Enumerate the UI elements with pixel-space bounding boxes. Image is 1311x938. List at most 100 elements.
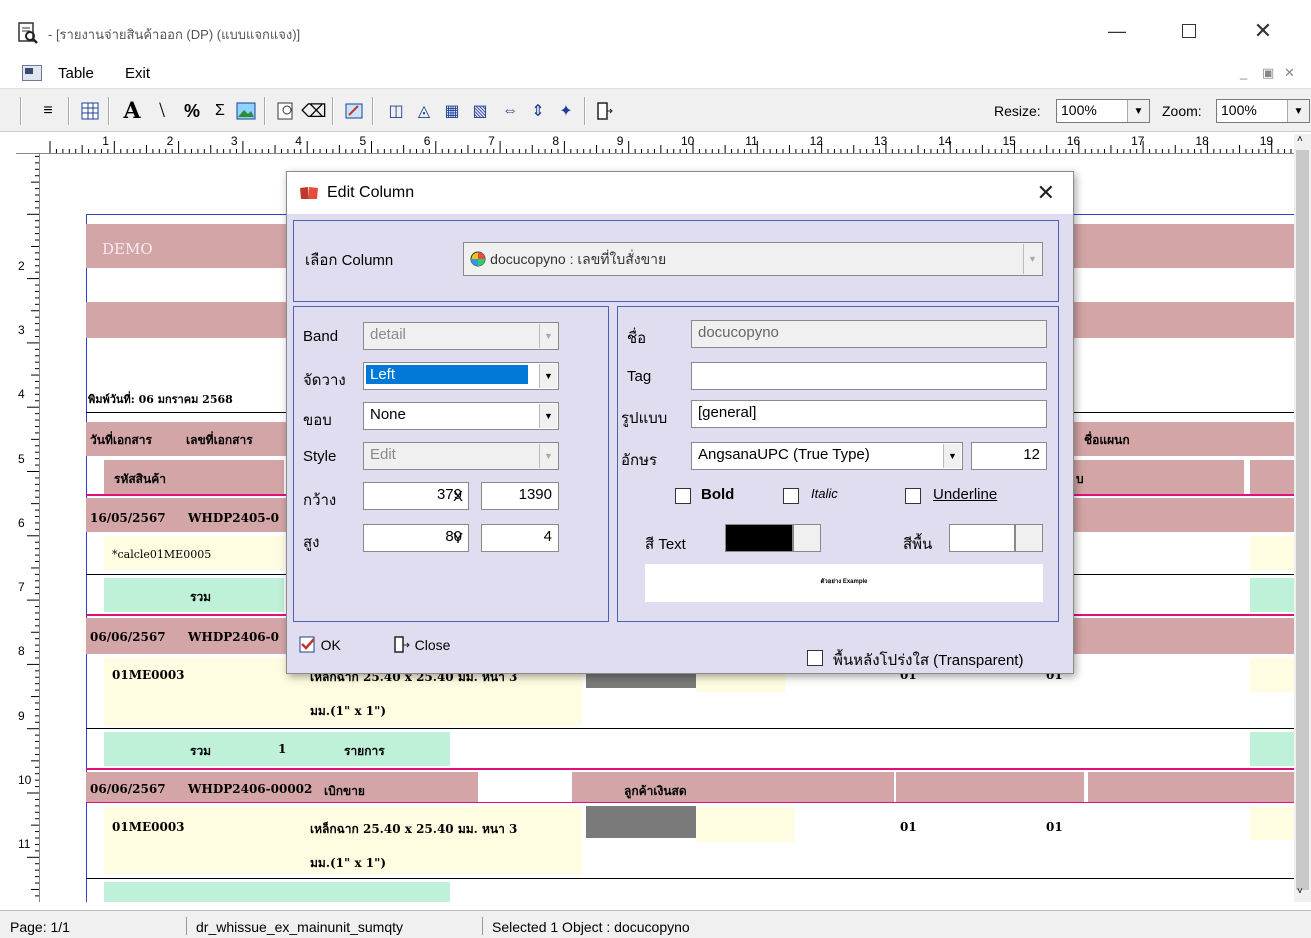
- name-input[interactable]: docucopyno: [691, 320, 1047, 348]
- group-band-right[interactable]: [1074, 618, 1294, 654]
- align-select[interactable]: Left ▼: [363, 362, 559, 390]
- image-placeholder[interactable]: [586, 806, 696, 838]
- mdi-minimize-button[interactable]: _: [1240, 65, 1247, 80]
- align-left-icon[interactable]: ◫: [384, 99, 408, 123]
- transparent-checkbox[interactable]: [807, 650, 823, 666]
- row3-date[interactable]: 06/06/2567: [90, 782, 166, 796]
- italic-checkbox[interactable]: [783, 488, 799, 504]
- summary-band-right[interactable]: [1250, 732, 1294, 766]
- sum-field-icon[interactable]: Σ: [208, 99, 232, 123]
- header-doc-date[interactable]: วันที่เอกสาร: [90, 431, 152, 450]
- summary-band[interactable]: [104, 882, 450, 902]
- header-department[interactable]: ชื่อแผนก: [1084, 431, 1130, 450]
- sum-label[interactable]: รวม: [190, 588, 211, 607]
- row3-type[interactable]: เบิกขาย: [324, 782, 365, 801]
- detail-cell[interactable]: [696, 806, 794, 842]
- x-input[interactable]: 1390: [481, 482, 559, 510]
- select-column-dropdown[interactable]: docucopyno : เลขที่ใบสั่งขาย ▼: [463, 242, 1043, 276]
- group-band-cell[interactable]: [896, 772, 1084, 802]
- picture-tool-icon[interactable]: [234, 99, 258, 123]
- same-size-icon[interactable]: ✦: [554, 99, 578, 123]
- row2-date[interactable]: 06/06/2567: [90, 630, 166, 644]
- format-input[interactable]: [general]: [691, 400, 1047, 428]
- header-right-text[interactable]: บ: [1076, 470, 1084, 489]
- align-list-icon[interactable]: ≡: [36, 99, 60, 123]
- header-right-cell[interactable]: [1250, 460, 1294, 494]
- table-grid-icon[interactable]: [78, 99, 102, 123]
- row3-item[interactable]: 01ME0003: [112, 820, 185, 834]
- mdi-restore-button[interactable]: ▣: [1262, 65, 1274, 81]
- detail-band-right[interactable]: [1250, 658, 1294, 692]
- header-doc-no[interactable]: เลขที่เอกสาร: [186, 431, 253, 450]
- space-horizontal-icon[interactable]: ▦: [440, 99, 464, 123]
- space-vertical-icon[interactable]: ▧: [468, 99, 492, 123]
- row3-col1[interactable]: 01: [900, 820, 917, 834]
- group-band-right[interactable]: [1088, 772, 1294, 802]
- compute-field-icon[interactable]: %: [180, 99, 204, 123]
- mdi-close-button[interactable]: ✕: [1284, 65, 1295, 81]
- align-top-icon[interactable]: ◬: [412, 99, 436, 123]
- detail-band-right[interactable]: [1250, 536, 1294, 570]
- row2-doc[interactable]: WHDP2406-0: [188, 630, 279, 644]
- header-right-cell[interactable]: [1074, 460, 1244, 494]
- underline-checkbox[interactable]: [905, 488, 921, 504]
- document-window-icon[interactable]: [22, 65, 42, 81]
- zoom-select[interactable]: 100% ▼: [1216, 99, 1310, 123]
- font-size-input[interactable]: 12: [971, 442, 1047, 470]
- close-window-button[interactable]: ✕: [1240, 14, 1286, 48]
- ruler-mark: 9: [18, 708, 25, 723]
- bg-color-swatch[interactable]: [949, 524, 1015, 552]
- dialog-close-icon[interactable]: ✕: [1037, 180, 1055, 206]
- y-input[interactable]: 4: [481, 524, 559, 552]
- eraser-icon[interactable]: ⌫: [301, 99, 326, 123]
- header-product-code[interactable]: รหัสสินค้า: [114, 470, 166, 489]
- vertical-scrollbar[interactable]: ˄ ˅: [1294, 134, 1311, 902]
- toolbar-separator: [372, 97, 374, 125]
- row3-desc2[interactable]: มม.(1" x 1"): [310, 854, 386, 873]
- minimize-button[interactable]: —: [1094, 14, 1140, 48]
- edit-layout-icon[interactable]: [342, 99, 366, 123]
- row1-item[interactable]: *calcle01ME0005: [112, 548, 211, 561]
- exit-door-icon[interactable]: [592, 99, 616, 123]
- ok-button[interactable]: OK: [299, 636, 341, 654]
- text-tool-icon[interactable]: A: [120, 98, 144, 124]
- resize-select[interactable]: 100% ▼: [1056, 99, 1150, 123]
- bold-checkbox[interactable]: [675, 488, 691, 504]
- menu-table[interactable]: Table: [58, 65, 94, 82]
- row2-item[interactable]: 01ME0003: [112, 668, 185, 682]
- group-band-right[interactable]: [1074, 498, 1294, 532]
- row3-customer[interactable]: ลูกค้าเงินสด: [624, 782, 687, 801]
- tag-input[interactable]: [691, 362, 1047, 390]
- style-select[interactable]: Edit ▼: [363, 442, 559, 470]
- row1-doc[interactable]: WHDP2405-0: [188, 511, 279, 525]
- maximize-button[interactable]: [1166, 14, 1212, 48]
- row3-col2[interactable]: 01: [1046, 820, 1063, 834]
- summary-band[interactable]: [104, 732, 450, 766]
- row2-desc2[interactable]: มม.(1" x 1"): [310, 702, 386, 721]
- report-properties-icon[interactable]: [274, 99, 298, 123]
- row3-doc[interactable]: WHDP2406-00002: [188, 782, 312, 796]
- line-tool-icon[interactable]: ⧵: [150, 99, 174, 123]
- scroll-down-icon[interactable]: ˅: [1297, 886, 1303, 897]
- border-select[interactable]: None ▼: [363, 402, 559, 430]
- same-width-icon[interactable]: ⇔: [498, 99, 522, 123]
- menu-exit[interactable]: Exit: [125, 65, 150, 82]
- text-color-picker-button[interactable]: [793, 524, 821, 552]
- close-button[interactable]: Close: [393, 636, 450, 654]
- detail-band-right[interactable]: [1250, 806, 1294, 840]
- row1-date[interactable]: 16/05/2567: [90, 511, 166, 525]
- sum-count[interactable]: 1: [278, 742, 286, 756]
- sum-unit[interactable]: รายการ: [344, 742, 385, 761]
- text-color-swatch[interactable]: [725, 524, 793, 552]
- scrollbar-thumb[interactable]: [1296, 150, 1309, 890]
- row3-desc1[interactable]: เหล็กฉาก 25.40 x 25.40 มม. หนา 3: [310, 820, 517, 839]
- print-date[interactable]: พิมพ์วันที่: 06 มกราคม 2568: [88, 390, 233, 408]
- sum-label[interactable]: รวม: [190, 742, 211, 761]
- band-select[interactable]: detail ▼: [363, 322, 559, 350]
- same-height-icon[interactable]: ⇕: [526, 99, 550, 123]
- font-select[interactable]: AngsanaUPC (True Type) ▼: [691, 442, 963, 470]
- bg-color-picker-button[interactable]: [1015, 524, 1043, 552]
- group-band-mid[interactable]: [572, 772, 894, 802]
- summary-band-right[interactable]: [1250, 578, 1294, 612]
- scroll-up-icon[interactable]: ˄: [1297, 134, 1303, 145]
